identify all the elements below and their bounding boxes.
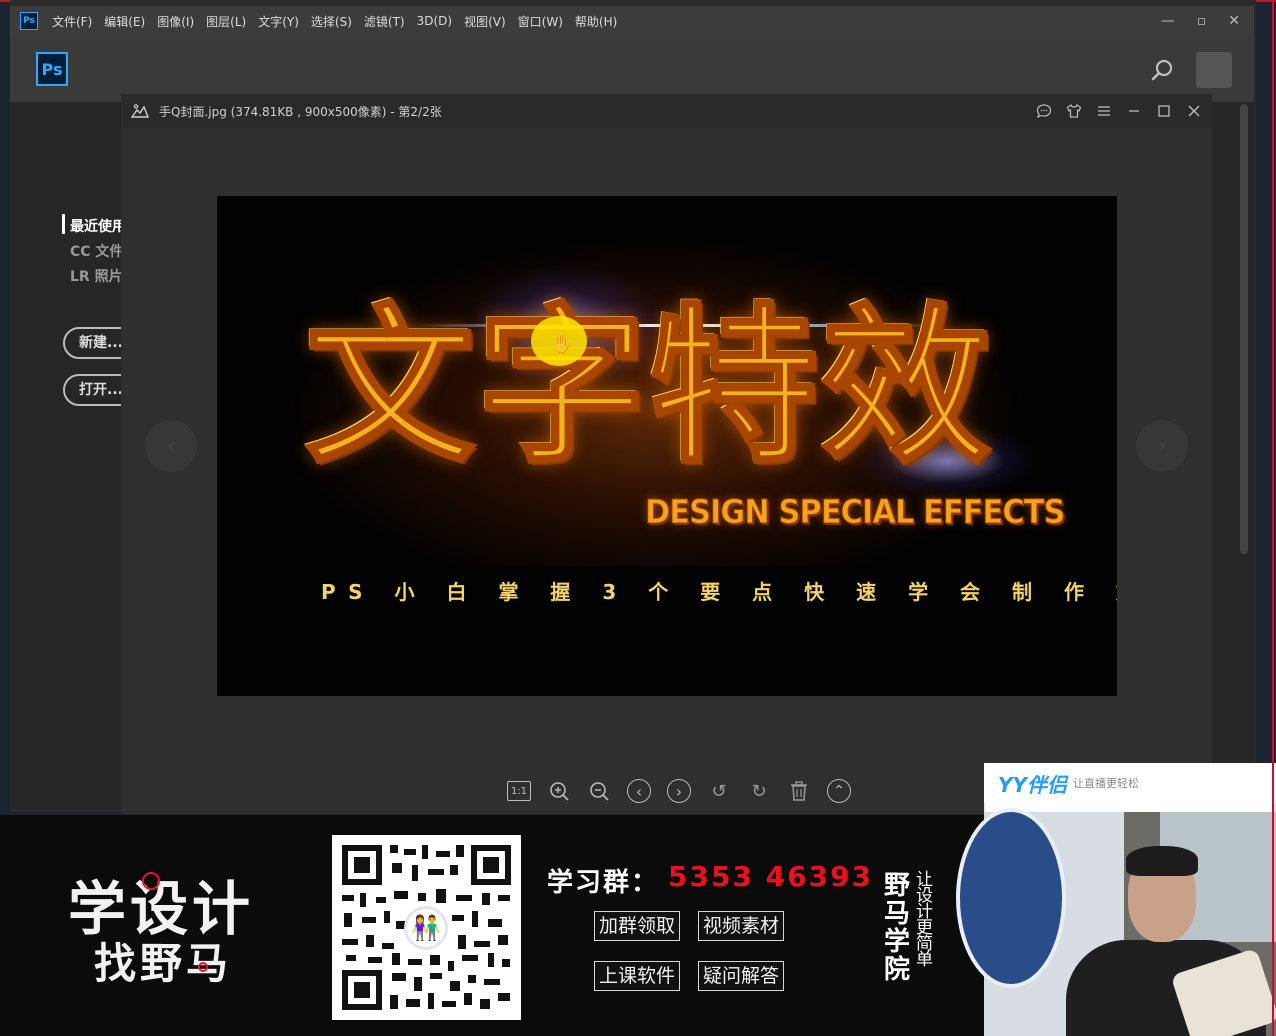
displayed-image: 文字特效 ✋ DESIGN SPECIAL EFFECTS PS 小 白 掌 握… xyxy=(217,196,1117,696)
photoshop-menubar: Ps 文件(F) 编辑(E) 图像(I) 图层(L) 文字(Y) 选择(S) 滤… xyxy=(10,6,1254,36)
photoshop-logo: Ps xyxy=(36,52,68,86)
viewer-controls xyxy=(1036,94,1202,128)
photoshop-app-icon[interactable]: Ps xyxy=(20,12,38,30)
search-icon[interactable] xyxy=(1150,58,1174,82)
close-icon[interactable] xyxy=(1186,103,1202,119)
next-button[interactable]: › xyxy=(667,779,691,803)
user-avatar[interactable] xyxy=(1196,52,1232,88)
previous-button[interactable]: ‹ xyxy=(627,779,651,803)
active-nav-marker xyxy=(62,214,65,234)
menu-select[interactable]: 选择(S) xyxy=(311,13,352,30)
yy-header: YY伴侣 让直播更轻松 xyxy=(984,763,1276,803)
menu-window[interactable]: 窗口(W) xyxy=(518,13,563,30)
hand-cursor-icon: ✋ xyxy=(551,334,574,355)
skin-shirt-icon[interactable] xyxy=(1066,103,1082,119)
study-group-number: 5353 46393 xyxy=(668,860,874,893)
delete-icon[interactable] xyxy=(787,779,811,803)
actual-size-button[interactable]: 1:1 xyxy=(507,781,531,801)
minimize-icon[interactable] xyxy=(1126,103,1142,119)
menu-help[interactable]: 帮助(H) xyxy=(575,13,617,30)
close-button[interactable]: ✕ xyxy=(1228,13,1240,29)
artwork-headline: 文字特效 xyxy=(304,288,994,489)
restore-button[interactable]: ▫ xyxy=(1197,13,1207,29)
minimize-button[interactable]: — xyxy=(1161,13,1175,29)
qr-center-avatar-icon: 👫 xyxy=(404,906,448,950)
decorative-red-circle xyxy=(142,872,160,890)
recording-border-right xyxy=(1272,0,1274,1036)
menu-filter[interactable]: 滤镜(T) xyxy=(364,13,405,30)
nav-lr-photos[interactable]: LR 照片 xyxy=(70,266,122,286)
brand-slogan-vertical: 让设计更简单 xyxy=(916,870,933,970)
study-group-label: 学习群： xyxy=(547,868,660,898)
rotate-left-icon[interactable]: ↺ xyxy=(707,779,731,803)
screen-recording: Ps 文件(F) 编辑(E) 图像(I) 图层(L) 文字(Y) 选择(S) 滤… xyxy=(0,0,1276,1036)
banner-slogan-line2: 找野马 xyxy=(94,939,233,988)
menu-file[interactable]: 文件(F) xyxy=(52,13,92,30)
perk-join-group: 加群领取 xyxy=(594,911,681,941)
perk-qa: 疑问解答 xyxy=(698,961,785,991)
menu-icon[interactable] xyxy=(1096,103,1112,119)
image-icon xyxy=(131,104,149,118)
webcam-wall-emblem xyxy=(956,808,1066,988)
photoshop-window-controls: — ▫ ✕ xyxy=(1161,6,1240,36)
next-image-button[interactable]: › xyxy=(1136,420,1188,472)
streamer-hair xyxy=(1126,846,1198,876)
previous-image-button[interactable]: ‹ xyxy=(145,420,197,472)
expand-button[interactable]: ⌃ xyxy=(827,779,851,803)
nav-cc-files[interactable]: CC 文件 xyxy=(70,241,122,261)
viewer-toolbar: 1:1 ‹ › ↺ ↻ ⌃ xyxy=(507,776,867,806)
artwork-subheading: DESIGN SPECIAL EFFECTS xyxy=(645,492,1066,532)
yy-logo: YY伴侣 xyxy=(998,772,1067,797)
comment-icon[interactable] xyxy=(1036,103,1052,119)
menu-layer[interactable]: 图层(L) xyxy=(206,13,246,30)
menu-view[interactable]: 视图(V) xyxy=(464,13,506,30)
perk-video-assets: 视频素材 xyxy=(698,911,785,941)
zoom-out-icon[interactable] xyxy=(587,779,611,803)
yy-slogan: 让直播更轻松 xyxy=(1072,777,1139,790)
viewer-title: 手Q封面.jpg (374.81KB , 900x500像素) - 第2/2张 xyxy=(159,104,442,119)
viewer-titlebar: 手Q封面.jpg (374.81KB , 900x500像素) - 第2/2张 xyxy=(121,94,1212,128)
perk-course-software: 上课软件 xyxy=(594,961,681,991)
nav-recent[interactable]: 最近使用项 xyxy=(70,216,122,236)
maximize-icon[interactable] xyxy=(1156,103,1172,119)
photoshop-home-header xyxy=(10,36,1254,102)
menu-image[interactable]: 图像(I) xyxy=(157,13,194,30)
vertical-scrollbar[interactable] xyxy=(1240,104,1248,554)
menu-3d[interactable]: 3D(D) xyxy=(417,14,452,28)
menu-type[interactable]: 文字(Y) xyxy=(258,13,299,30)
decorative-red-dot xyxy=(198,962,208,972)
rotate-right-icon[interactable]: ↻ xyxy=(747,779,771,803)
brand-name-vertical: 野马学院 xyxy=(884,871,911,985)
artwork-tagline: PS 小 白 掌 握 3 个 要 点 快 速 学 会 制 作 文 字 特 效 xyxy=(321,580,1117,604)
zoom-in-icon[interactable] xyxy=(547,779,571,803)
menu-edit[interactable]: 编辑(E) xyxy=(104,13,145,30)
